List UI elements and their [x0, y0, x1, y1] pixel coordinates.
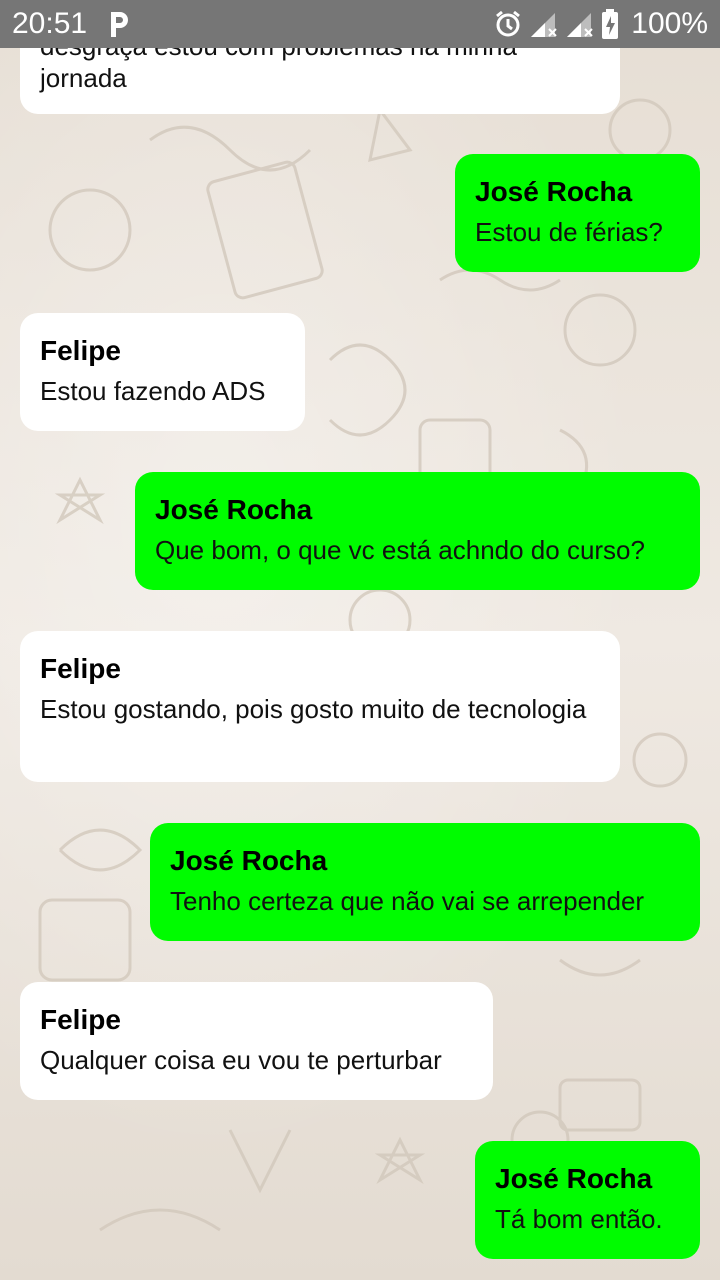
- message-bubble-incoming[interactable]: Felipe Estou fazendo ADS: [20, 313, 305, 431]
- message-bubble-incoming[interactable]: Felipe Estou gostando, pois gosto muito …: [20, 631, 620, 782]
- message-text: Estou de férias?: [475, 217, 663, 247]
- message-text: Estou fazendo ADS: [40, 376, 266, 406]
- message-text: Que bom, o que vc está achndo do curso?: [155, 535, 645, 565]
- message-bubble-outgoing[interactable]: José Rocha Tenho certeza que não vai se …: [150, 823, 700, 941]
- sender-name: Felipe: [40, 653, 121, 684]
- message-bubble-outgoing[interactable]: José Rocha Estou de férias?: [455, 154, 700, 272]
- message-bubble-incoming[interactable]: Felipe Qualquer coisa eu vou te perturba…: [20, 982, 493, 1100]
- alarm-icon: [496, 10, 521, 37]
- sender-name: Felipe: [40, 335, 121, 366]
- message-bubble-outgoing[interactable]: José Rocha Que bom, o que vc está achndo…: [135, 472, 700, 590]
- parking-app-icon: [111, 12, 128, 37]
- message-bubble-outgoing[interactable]: José Rocha Tá bom então.: [475, 1141, 700, 1259]
- message-text: Tenho certeza que não vai se arrepender: [170, 886, 645, 916]
- battery-percentage: 100%: [631, 7, 708, 40]
- message-text: Tá bom então.: [495, 1204, 663, 1234]
- battery-icon: [602, 9, 619, 39]
- sender-name: José Rocha: [155, 494, 313, 525]
- signal-icon: [567, 13, 593, 37]
- signal-icon: [531, 13, 557, 37]
- message-text: Estou gostando, pois gosto muito de tecn…: [40, 694, 587, 724]
- sender-name: Felipe: [40, 1004, 121, 1035]
- status-bar: 20:51 100%: [0, 0, 720, 48]
- sender-name: José Rocha: [475, 176, 633, 207]
- sender-name: José Rocha: [495, 1163, 653, 1194]
- sender-name: José Rocha: [170, 845, 328, 876]
- message-text: Qualquer coisa eu vou te perturbar: [40, 1045, 442, 1075]
- chat-messages[interactable]: desgraça estou com problemas na minha jo…: [0, 0, 720, 1280]
- status-time: 20:51: [12, 7, 88, 40]
